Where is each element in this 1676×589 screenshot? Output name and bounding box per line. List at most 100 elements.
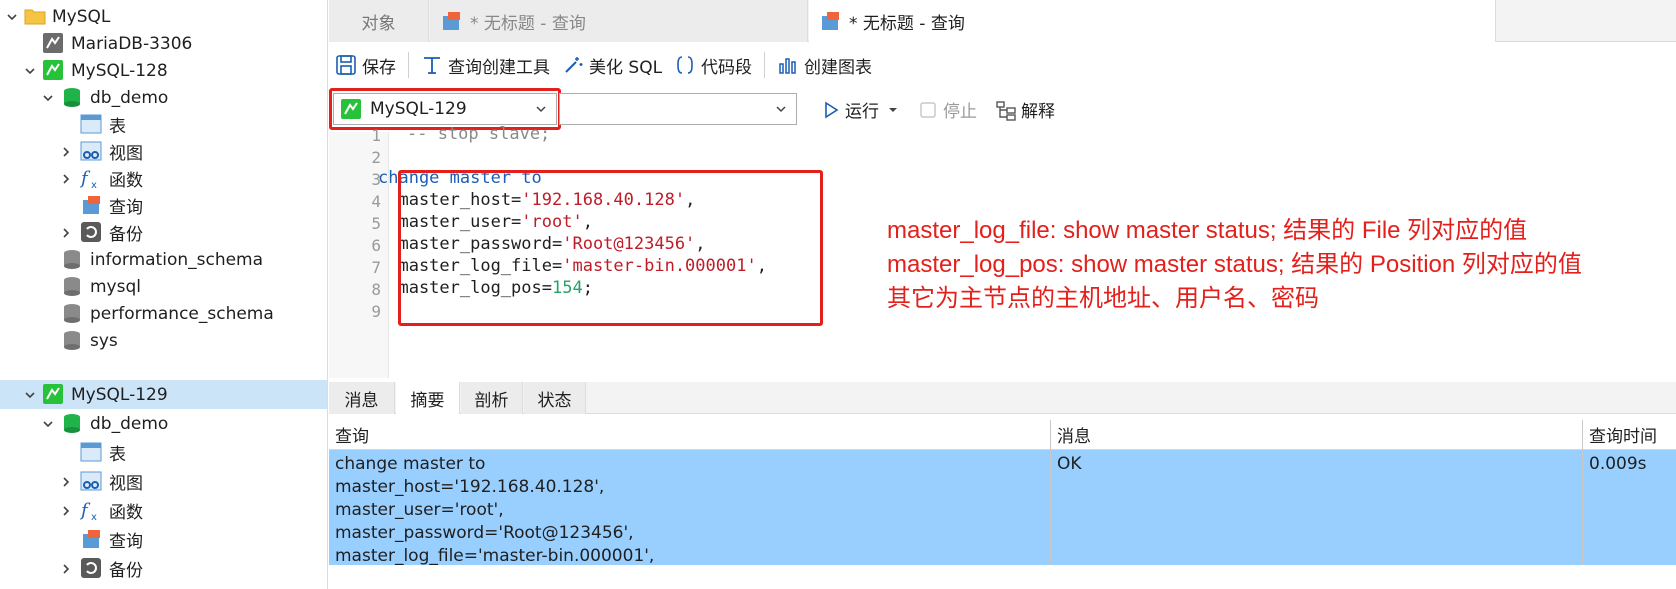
tree-item-backups[interactable]: 备份 [0, 554, 327, 583]
chevron-down-icon [776, 106, 786, 113]
svg-text:f: f [80, 500, 91, 521]
svg-text:x: x [91, 512, 97, 521]
query-toolbar: 保存 查询创建工具 美化 SQL 代码段 创建图表 [329, 44, 1676, 86]
tree-item-sys[interactable]: sys [0, 326, 327, 355]
beautify-sql-label: 美化 SQL [589, 57, 663, 78]
tab-status[interactable]: 状态 [524, 382, 586, 414]
chevron-down-icon[interactable] [5, 10, 19, 24]
tree-item-label: 查询 [109, 198, 143, 218]
tree-item-label: 备份 [109, 225, 143, 245]
database-icon [64, 331, 80, 350]
database-icon [64, 250, 80, 269]
tab-untitled-query-1[interactable]: * 无标题 - 查询 [430, 0, 808, 42]
beautify-sql-button[interactable]: 美化 SQL [556, 49, 668, 81]
chevron-right-icon[interactable] [59, 562, 73, 576]
tree-item-queries[interactable]: 查询 [0, 525, 327, 554]
tree-item-queries[interactable]: 查询 [0, 191, 327, 220]
tree-item-label: 视图 [109, 474, 143, 494]
tree-item-functions[interactable]: fx 函数 [0, 164, 327, 193]
query-builder-button[interactable]: 查询创建工具 [415, 49, 556, 81]
tab-label: 对象 [361, 13, 396, 34]
save-label: 保存 [362, 57, 396, 78]
query-text-line: master_log_file='master-bin.000001', [335, 546, 655, 565]
tab-summary[interactable]: 摘要 [396, 382, 460, 414]
code-snippet-button[interactable]: 代码段 [668, 49, 758, 81]
chevron-right-icon[interactable] [59, 172, 73, 186]
tab-objects[interactable]: 对象 [329, 0, 429, 42]
tree-item-label: sys [90, 330, 118, 351]
editor-tab-bar: 对象 * 无标题 - 查询 * 无标题 - 查询 [329, 0, 1676, 42]
tab-messages[interactable]: 消息 [329, 382, 395, 414]
chevron-right-icon[interactable] [59, 145, 73, 159]
table-cell-query[interactable]: change master to master_host='192.168.40… [329, 450, 1050, 565]
code-line-comment: -- stop slave; [407, 124, 551, 144]
tree-item-mariadb-3306[interactable]: MariaDB-3306 [0, 29, 327, 58]
save-button[interactable]: 保存 [329, 49, 402, 81]
stop-icon [920, 101, 936, 118]
tab-profile[interactable]: 剖析 [461, 382, 523, 414]
tree-item-tables[interactable]: 表 [0, 110, 327, 139]
tree-item-views[interactable]: 视图 [0, 137, 327, 166]
tree-item-mysql-group[interactable]: MySQL [0, 2, 327, 31]
tree-item-backups[interactable]: 备份 [0, 218, 327, 247]
function-icon: fx [80, 168, 97, 189]
chevron-right-icon[interactable] [59, 475, 73, 489]
run-button[interactable]: 运行 [821, 97, 899, 122]
tree-item-tables[interactable]: 表 [0, 438, 327, 467]
play-icon [825, 101, 839, 118]
tree-item-mysql-db[interactable]: mysql [0, 272, 327, 301]
chevron-down-icon[interactable] [41, 91, 55, 105]
tree-item-db-demo[interactable]: db_demo [0, 409, 327, 438]
tree-item-label: performance_schema [90, 303, 274, 324]
tab-label: 剖析 [474, 390, 509, 411]
database-select[interactable] [559, 93, 797, 125]
column-divider[interactable] [1582, 420, 1583, 565]
stop-label: 停止 [943, 102, 977, 122]
chevron-down-icon[interactable] [887, 104, 899, 116]
chevron-down-icon[interactable] [41, 417, 55, 431]
chevron-right-icon[interactable] [59, 504, 73, 518]
tree-item-label: 备份 [109, 561, 143, 581]
tree-item-functions[interactable]: fx 函数 [0, 496, 327, 525]
tree-item-label: 函数 [109, 503, 143, 523]
column-header-query-time[interactable]: 查询时间 [1583, 420, 1676, 450]
tree-item-views[interactable]: 视图 [0, 467, 327, 496]
column-header-query[interactable]: 查询 [329, 420, 1050, 450]
highlight-box-code [398, 170, 823, 326]
tab-untitled-query-2[interactable]: * 无标题 - 查询 [809, 0, 1496, 42]
create-chart-button[interactable]: 创建图表 [771, 49, 878, 81]
code-snippet-label: 代码段 [701, 57, 753, 78]
column-header-message[interactable]: 消息 [1051, 420, 1582, 450]
function-icon: fx [80, 500, 97, 521]
tree-item-db-demo[interactable]: db_demo [0, 83, 327, 112]
code-snippet-icon [677, 56, 693, 74]
table-cell-message[interactable]: OK [1051, 450, 1582, 565]
line-number: 3 [371, 170, 381, 189]
result-tabs: 消息 摘要 剖析 状态 [329, 382, 1676, 414]
cell-value: OK [1057, 454, 1082, 474]
table-icon [80, 114, 102, 134]
tree-item-label: MySQL [52, 6, 111, 27]
sql-editor[interactable]: 1 2 3 4 5 6 7 8 9 -- stop slave; change … [329, 124, 1676, 378]
table-cell-query-time[interactable]: 0.009s [1583, 450, 1676, 565]
column-divider[interactable] [1050, 420, 1051, 565]
mysql-connection-icon [43, 384, 63, 404]
query-text-line: change master to [335, 454, 486, 474]
chevron-down-icon[interactable] [23, 64, 37, 78]
stop-button[interactable]: 停止 [919, 97, 977, 122]
backup-icon [81, 222, 101, 242]
chevron-right-icon[interactable] [59, 226, 73, 240]
database-icon [64, 277, 80, 296]
toolbar-divider [408, 52, 409, 78]
chevron-down-icon[interactable] [23, 388, 37, 402]
line-number: 9 [371, 302, 381, 321]
query-icon [83, 196, 100, 214]
magic-wand-icon [565, 57, 583, 73]
tree-item-mysql-129[interactable]: MySQL-129 [0, 380, 327, 409]
tab-label: 消息 [344, 390, 379, 411]
create-chart-label: 创建图表 [804, 57, 873, 78]
tree-item-performance-schema[interactable]: performance_schema [0, 299, 327, 328]
explain-button[interactable]: 解释 [995, 97, 1055, 122]
tree-item-mysql-128[interactable]: MySQL-128 [0, 56, 327, 85]
tree-item-information-schema[interactable]: information_schema [0, 245, 327, 274]
